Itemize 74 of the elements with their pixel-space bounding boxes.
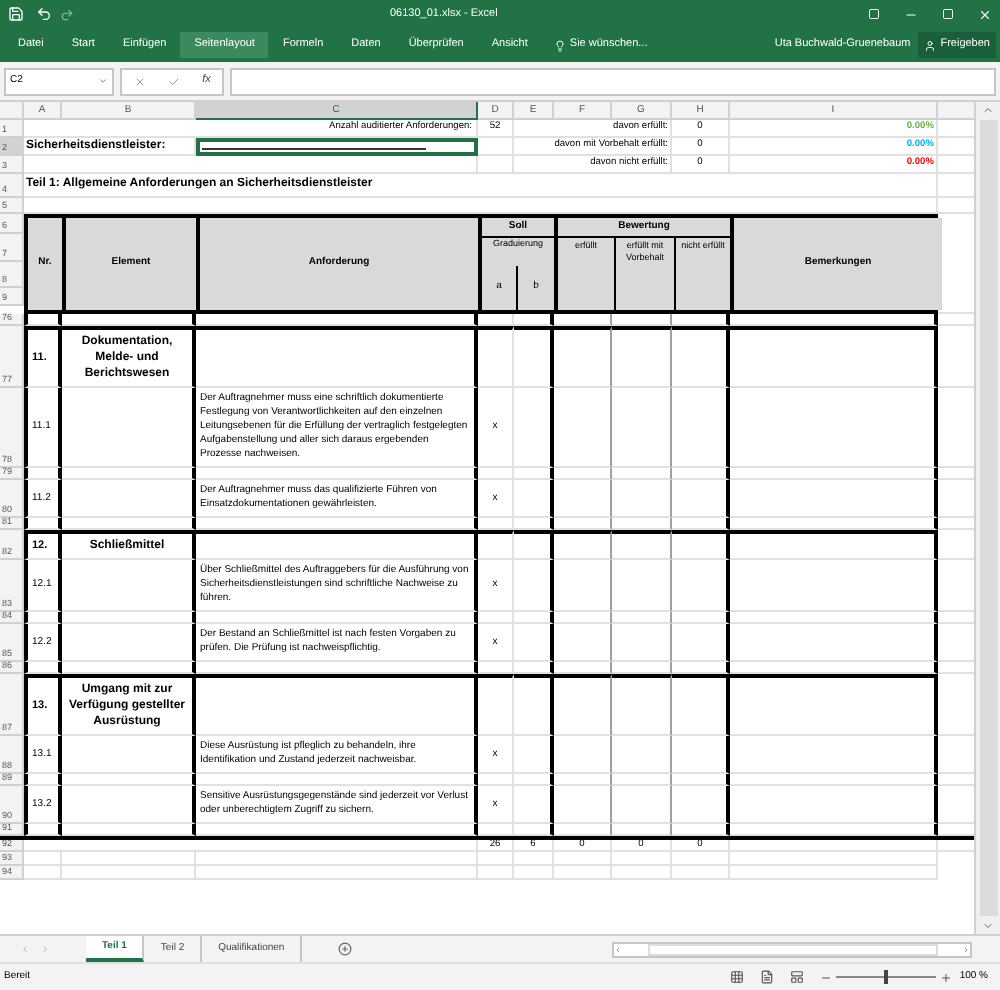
page-layout-icon[interactable] — [759, 970, 774, 984]
sheet-cell — [62, 736, 196, 774]
sheet-cell — [672, 480, 730, 518]
sheet-cell — [62, 786, 196, 824]
sheet-cell — [62, 480, 196, 518]
scrollbar-thumb[interactable] — [647, 943, 937, 955]
formula-input[interactable] — [230, 67, 996, 95]
sheet-cell — [554, 388, 612, 468]
sheet-cell — [62, 560, 196, 612]
sheet-cell — [554, 674, 612, 736]
ribbon-display-icon[interactable] — [868, 8, 880, 20]
sheet-cell — [672, 786, 730, 824]
scrollbar-thumb[interactable] — [979, 120, 997, 916]
horizontal-scrollbar[interactable] — [612, 941, 972, 957]
sheet-cell — [612, 480, 672, 518]
close-icon[interactable] — [978, 7, 992, 21]
sheet-cell — [672, 560, 730, 612]
vertical-scrollbar[interactable] — [974, 102, 1000, 934]
sheet-cell — [514, 674, 554, 736]
maximize-icon[interactable] — [942, 8, 954, 20]
sheet-cell — [612, 786, 672, 824]
cancel-icon[interactable] — [133, 75, 146, 87]
sheet-cell — [554, 786, 612, 824]
sheet-cell — [672, 326, 730, 388]
sheet-cell — [612, 388, 672, 468]
next-sheet-icon[interactable] — [40, 944, 50, 954]
person-icon — [924, 39, 937, 51]
sheet-cell — [672, 674, 730, 736]
scroll-up-icon[interactable] — [982, 104, 994, 116]
sheet-cell — [62, 388, 196, 468]
sheet-cell — [612, 530, 672, 560]
sheet-cell — [672, 736, 730, 774]
scroll-down-icon[interactable] — [982, 920, 994, 932]
sheet-cell — [554, 624, 612, 662]
sheet-cell — [514, 480, 554, 518]
sheet-cell — [514, 736, 554, 774]
sheet-cell — [478, 530, 514, 560]
sheet-cell — [478, 674, 514, 736]
zoom-in-icon[interactable] — [939, 971, 952, 983]
zoom-out-icon[interactable] — [819, 971, 832, 983]
previous-sheet-icon[interactable] — [20, 944, 30, 954]
sheet-cell — [554, 560, 612, 612]
provider-input-cell[interactable] — [196, 138, 478, 156]
sheet-cell — [554, 530, 612, 560]
save-icon[interactable] — [8, 6, 24, 22]
sheet-cell — [672, 530, 730, 560]
sheet-cell — [554, 326, 612, 388]
undo-icon[interactable] — [36, 6, 52, 22]
sheet-cell — [514, 326, 554, 388]
enter-icon[interactable] — [167, 75, 180, 87]
sheet-cell — [554, 480, 612, 518]
sheet-cell — [612, 624, 672, 662]
sheet-cell — [478, 156, 514, 174]
sheet-cell — [672, 624, 730, 662]
sheet-cell — [554, 736, 612, 774]
sheet-cell — [612, 326, 672, 388]
sheet-cell — [514, 530, 554, 560]
sheet-cell — [612, 736, 672, 774]
sheet-cell — [514, 786, 554, 824]
page-break-icon[interactable] — [789, 970, 804, 984]
sheet-cell — [672, 388, 730, 468]
sheet-cell — [514, 560, 554, 612]
sheet-cell — [514, 388, 554, 468]
sheet-cell — [478, 138, 514, 156]
add-sheet-icon[interactable] — [338, 942, 353, 956]
normal-view-icon[interactable] — [729, 970, 744, 984]
sheet-cell — [612, 560, 672, 612]
sheet-cell — [514, 624, 554, 662]
sheet-cell — [612, 674, 672, 736]
lightbulb-icon — [553, 39, 566, 51]
zoom-slider-thumb[interactable] — [883, 970, 888, 984]
dropdown-icon[interactable] — [98, 76, 108, 86]
sheet-cell — [478, 326, 514, 388]
sheet-cell — [62, 624, 196, 662]
